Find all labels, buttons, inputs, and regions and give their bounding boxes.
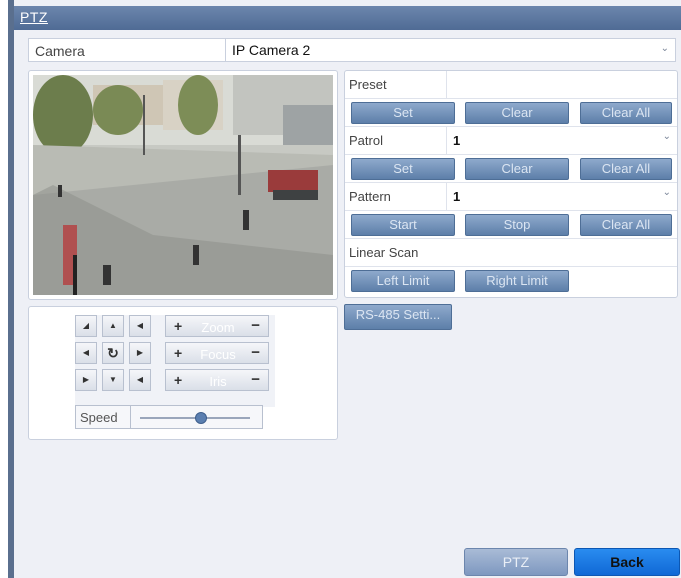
preset-label: Preset xyxy=(349,77,387,92)
patrol-clear-button[interactable]: Clear xyxy=(465,158,569,180)
divider xyxy=(446,183,447,210)
focus-out-button[interactable]: − xyxy=(251,344,260,361)
preset-clear-button[interactable]: Clear xyxy=(465,102,569,124)
speed-slider-handle[interactable] xyxy=(194,412,207,424)
up-right-icon[interactable]: ◀ xyxy=(129,315,151,337)
preset-buttons-row: Set Clear Clear All xyxy=(345,99,677,127)
down-right-icon[interactable]: ◀ xyxy=(129,369,151,391)
outer-margin xyxy=(0,0,8,578)
down-icon[interactable]: ▼ xyxy=(102,369,124,391)
linear-scan-buttons-row: Left Limit Right Limit xyxy=(345,267,677,295)
patrol-buttons-row: Set Clear Clear All xyxy=(345,155,677,183)
up-icon[interactable]: ▲ xyxy=(102,315,124,337)
pattern-stop-button[interactable]: Stop xyxy=(465,214,569,236)
pattern-buttons-row: Start Stop Clear All xyxy=(345,211,677,239)
speed-control: Speed xyxy=(75,405,263,429)
chevron-down-icon[interactable]: ⌄ xyxy=(661,43,669,54)
ptz-button[interactable]: PTZ xyxy=(464,548,568,576)
left-limit-button[interactable]: Left Limit xyxy=(351,270,455,292)
divider xyxy=(446,71,447,98)
pattern-row[interactable]: Pattern 1 ⌄ xyxy=(345,183,677,211)
pattern-start-button[interactable]: Start xyxy=(351,214,455,236)
back-button[interactable]: Back xyxy=(574,548,680,576)
iris-close-button[interactable]: − xyxy=(251,371,260,388)
divider xyxy=(446,127,447,154)
linear-scan-row: Linear Scan xyxy=(345,239,677,267)
preset-row: Preset xyxy=(345,71,677,99)
rs485-settings-button[interactable]: RS-485 Setti... xyxy=(344,304,452,330)
down-left-icon[interactable]: ▶ xyxy=(75,369,97,391)
ptz-window: PTZ Camera IP Camera 2 ⌄ Preset Set Clea… xyxy=(14,0,681,578)
ptz-control-panel: ◢ ▲ ◀ ◀ ↻ ▶ ▶ ▼ ◀ + Zoom − + Focus − + I… xyxy=(28,306,338,440)
direction-pad: ◢ ▲ ◀ ◀ ↻ ▶ ▶ ▼ ◀ + Zoom − + Focus − + I… xyxy=(75,315,275,407)
street-scene-image xyxy=(33,75,333,295)
patrol-clear-all-button[interactable]: Clear All xyxy=(580,158,672,180)
divider xyxy=(225,39,226,61)
camera-label: Camera xyxy=(35,43,85,59)
divider xyxy=(130,406,131,428)
refresh-icon[interactable]: ↻ xyxy=(102,342,124,364)
focus-control: + Focus − xyxy=(165,342,269,364)
pattern-label: Pattern xyxy=(349,189,391,204)
pattern-value: 1 xyxy=(453,189,461,204)
right-icon[interactable]: ▶ xyxy=(129,342,151,364)
speed-label: Speed xyxy=(80,410,118,425)
linear-scan-label: Linear Scan xyxy=(349,245,419,260)
chevron-down-icon[interactable]: ⌄ xyxy=(663,187,671,198)
preset-clear-all-button[interactable]: Clear All xyxy=(580,102,672,124)
title-bar: PTZ xyxy=(14,6,681,30)
zoom-out-button[interactable]: − xyxy=(251,317,260,334)
patrol-label: Patrol xyxy=(349,133,383,148)
right-limit-button[interactable]: Right Limit xyxy=(465,270,569,292)
live-video-view xyxy=(28,70,338,300)
camera-value: IP Camera 2 xyxy=(232,42,311,58)
iris-control: + Iris − xyxy=(165,369,269,391)
patrol-row[interactable]: Patrol 1 ⌄ xyxy=(345,127,677,155)
pattern-clear-all-button[interactable]: Clear All xyxy=(580,214,672,236)
patrol-set-button[interactable]: Set xyxy=(351,158,455,180)
up-left-icon[interactable]: ◢ xyxy=(75,315,97,337)
patrol-value: 1 xyxy=(453,133,461,148)
preset-input[interactable] xyxy=(450,74,672,95)
chevron-down-icon[interactable]: ⌄ xyxy=(663,131,671,142)
camera-select[interactable]: Camera IP Camera 2 ⌄ xyxy=(28,38,676,62)
window-title: PTZ xyxy=(20,9,48,25)
ptz-function-panel: Preset Set Clear Clear All Patrol 1 ⌄ Se… xyxy=(344,70,678,298)
left-icon[interactable]: ◀ xyxy=(75,342,97,364)
zoom-control: + Zoom − xyxy=(165,315,269,337)
preset-set-button[interactable]: Set xyxy=(351,102,455,124)
